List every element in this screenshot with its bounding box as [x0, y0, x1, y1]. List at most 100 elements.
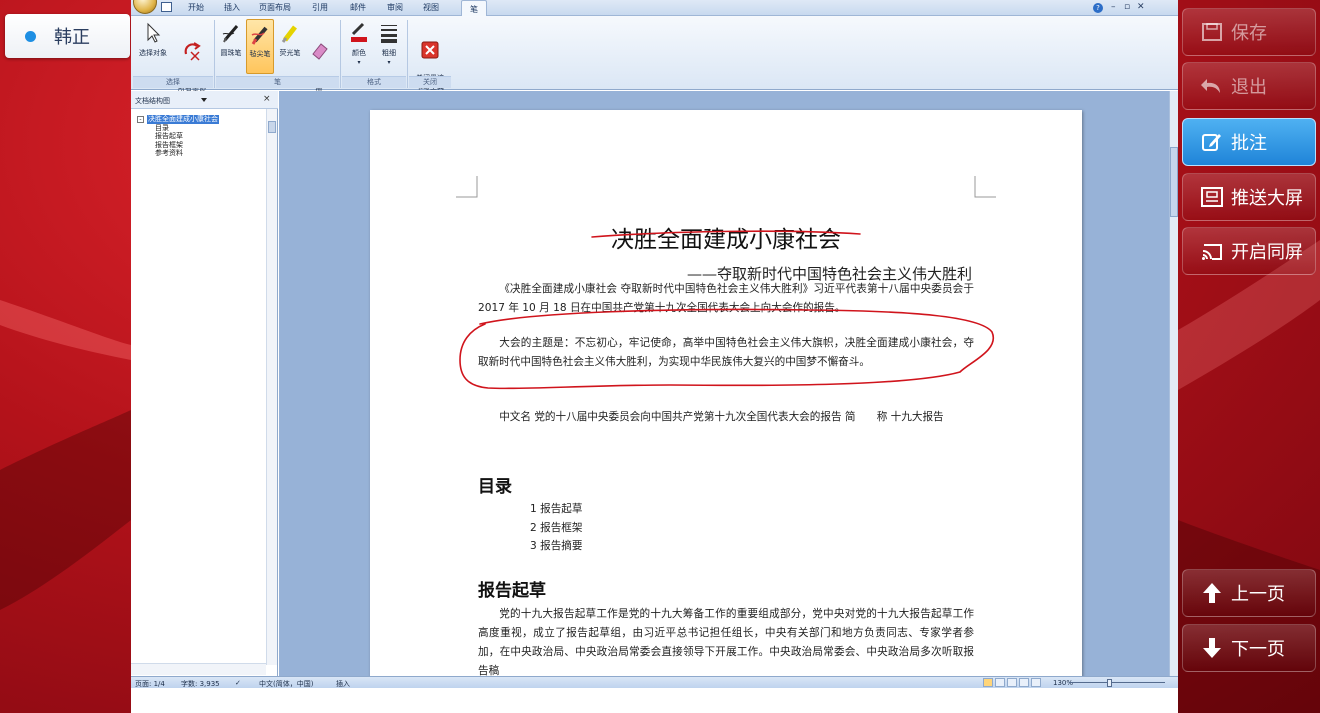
taskbar-strip [131, 688, 1178, 713]
group-separator [407, 20, 408, 88]
ink-color-label: 颜色 [352, 49, 366, 57]
office-button[interactable] [133, 0, 157, 14]
document-page[interactable]: 决胜全面建成小康社会 ——夺取新时代中国特色社会主义伟大胜利 《决胜全面建成小康… [370, 110, 1082, 676]
next-page-label: 下一页 [1231, 639, 1285, 660]
prev-page-button[interactable]: 上一页 [1182, 569, 1316, 617]
sync-screen-button[interactable]: 开启同屏 [1182, 227, 1316, 275]
group-select-label: 选择 [133, 76, 213, 88]
ballpoint-pen-icon [217, 22, 245, 47]
quick-save-icon[interactable] [161, 2, 172, 12]
paragraph-circle-stroke [459, 308, 995, 390]
ink-thickness-label: 粗细 [382, 49, 396, 57]
group-close-label: 关闭 [409, 76, 451, 88]
full-screen-reading-view-icon[interactable] [995, 678, 1005, 687]
document-map-pane: 文档结构图 × - 决胜全面建成小康社会 目录 报告起草 报告框架 参考资料 [131, 91, 278, 676]
exit-button[interactable]: 退出 [1182, 62, 1316, 110]
ink-color-icon [345, 22, 373, 47]
document-map-title: 文档结构图 [135, 97, 170, 105]
tab-references[interactable]: 引用 [312, 2, 328, 13]
draft-view-icon[interactable] [1031, 678, 1041, 687]
scroll-thumb[interactable] [268, 121, 276, 133]
cast-icon [1199, 239, 1225, 263]
tree-item-references[interactable]: 参考资料 [155, 149, 219, 158]
ribbon-tab-bar: 开始 插入 页面布局 引用 邮件 审阅 视图 笔 ? – ▫ ✕ [131, 0, 1178, 17]
tab-pen[interactable]: 笔 [461, 0, 487, 17]
ballpoint-pen-button[interactable]: 圆珠笔 [217, 22, 245, 58]
group-separator [340, 20, 341, 88]
document-map-scrollbar[interactable] [266, 109, 277, 665]
save-icon [1199, 20, 1225, 44]
sync-screen-label: 开启同屏 [1231, 242, 1303, 263]
ink-thickness-button[interactable]: 粗细 ▾ [375, 22, 403, 67]
document-vertical-scrollbar[interactable] [1169, 91, 1178, 676]
close-icon[interactable]: ✕ [1137, 2, 1145, 12]
line-weight-icon [375, 22, 403, 47]
ribbon: 选择对象 删除 所有墨迹 选择 圆珠笔 毡尖笔 荧光笔 [131, 16, 1178, 93]
chevron-down-icon[interactable] [201, 98, 207, 102]
push-screen-label: 推送大屏 [1231, 188, 1303, 209]
close-pane-icon[interactable]: × [263, 94, 271, 104]
ink-color-button[interactable]: 颜色 ▾ [345, 22, 373, 67]
tab-review[interactable]: 审阅 [387, 2, 403, 13]
restore-icon[interactable]: ▫ [1124, 2, 1130, 12]
status-bar: 页面: 1/4 字数: 3,935 ✓ 中文(简体，中国) 插入 130% [131, 676, 1178, 688]
ballpoint-pen-label: 圆珠笔 [220, 49, 242, 57]
help-icon[interactable]: ? [1093, 3, 1103, 13]
zoom-slider-knob[interactable] [1107, 679, 1112, 687]
tree-root-item[interactable]: - 决胜全面建成小康社会 [137, 115, 219, 124]
tab-home[interactable]: 开始 [188, 2, 204, 13]
tree-item-drafting[interactable]: 报告起草 [155, 132, 219, 141]
arrow-down-icon [1199, 636, 1225, 660]
felt-tip-pen-button[interactable]: 毡尖笔 [246, 19, 274, 74]
ink-delete-icon [173, 31, 211, 65]
outline-view-icon[interactable] [1019, 678, 1029, 687]
arrow-up-icon [1199, 581, 1225, 605]
document-map-header: 文档结构图 × [131, 91, 278, 109]
group-format-label: 格式 [342, 76, 406, 88]
tab-page-layout[interactable]: 页面布局 [259, 2, 291, 13]
zoom-level[interactable]: 130% [1053, 679, 1073, 687]
tab-view[interactable]: 视图 [423, 2, 439, 13]
next-page-button[interactable]: 下一页 [1182, 624, 1316, 672]
document-map-hscrollbar[interactable] [131, 663, 266, 675]
zoom-slider[interactable] [1069, 682, 1165, 683]
minimize-icon[interactable]: – [1111, 2, 1116, 12]
tree-root-label: 决胜全面建成小康社会 [147, 115, 219, 124]
group-pen-label: 笔 [216, 76, 339, 88]
select-object-label: 选择对象 [139, 49, 167, 57]
annotate-button[interactable]: 批注 [1182, 118, 1316, 166]
push-screen-button[interactable]: 推送大屏 [1182, 173, 1316, 221]
pen-edit-icon [1199, 130, 1225, 154]
annotate-label: 批注 [1231, 133, 1267, 154]
online-status-dot [25, 30, 36, 42]
tab-insert[interactable]: 插入 [224, 2, 240, 13]
word-window: 开始 插入 页面布局 引用 邮件 审阅 视图 笔 ? – ▫ ✕ 选择对象 删除… [131, 0, 1178, 713]
group-separator [214, 20, 215, 88]
felt-tip-pen-icon [247, 23, 273, 48]
save-label: 保存 [1231, 23, 1267, 44]
highlighter-label: 荧光笔 [279, 49, 301, 57]
save-button[interactable]: 保存 [1182, 8, 1316, 56]
presenter-badge: 韩正 [5, 14, 130, 58]
undo-arrow-icon [1199, 74, 1225, 98]
screen-push-icon [1199, 185, 1225, 209]
highlighter-button[interactable]: 荧光笔 [276, 22, 304, 58]
tree-item-toc[interactable]: 目录 [155, 124, 219, 133]
tab-mailings[interactable]: 邮件 [350, 2, 366, 13]
select-object-button[interactable]: 选择对象 [135, 22, 171, 58]
spellcheck-icon[interactable]: ✓ [235, 679, 241, 687]
eraser-icon [307, 31, 331, 65]
close-red-x-icon [411, 31, 449, 63]
collapse-icon[interactable]: - [137, 115, 144, 123]
document-canvas: 决胜全面建成小康社会 ——夺取新时代中国特色社会主义伟大胜利 《决胜全面建成小康… [279, 91, 1169, 676]
view-buttons [983, 678, 1041, 687]
tree-item-framework[interactable]: 报告框架 [155, 141, 219, 150]
web-layout-view-icon[interactable] [1007, 678, 1017, 687]
highlighter-icon [276, 22, 304, 47]
ink-annotation-layer [459, 230, 995, 390]
exit-label: 退出 [1231, 77, 1267, 98]
scroll-thumb[interactable] [1170, 147, 1178, 217]
prev-page-label: 上一页 [1231, 584, 1285, 605]
print-layout-view-icon[interactable] [983, 678, 993, 687]
cursor-arrow-icon [135, 22, 171, 47]
